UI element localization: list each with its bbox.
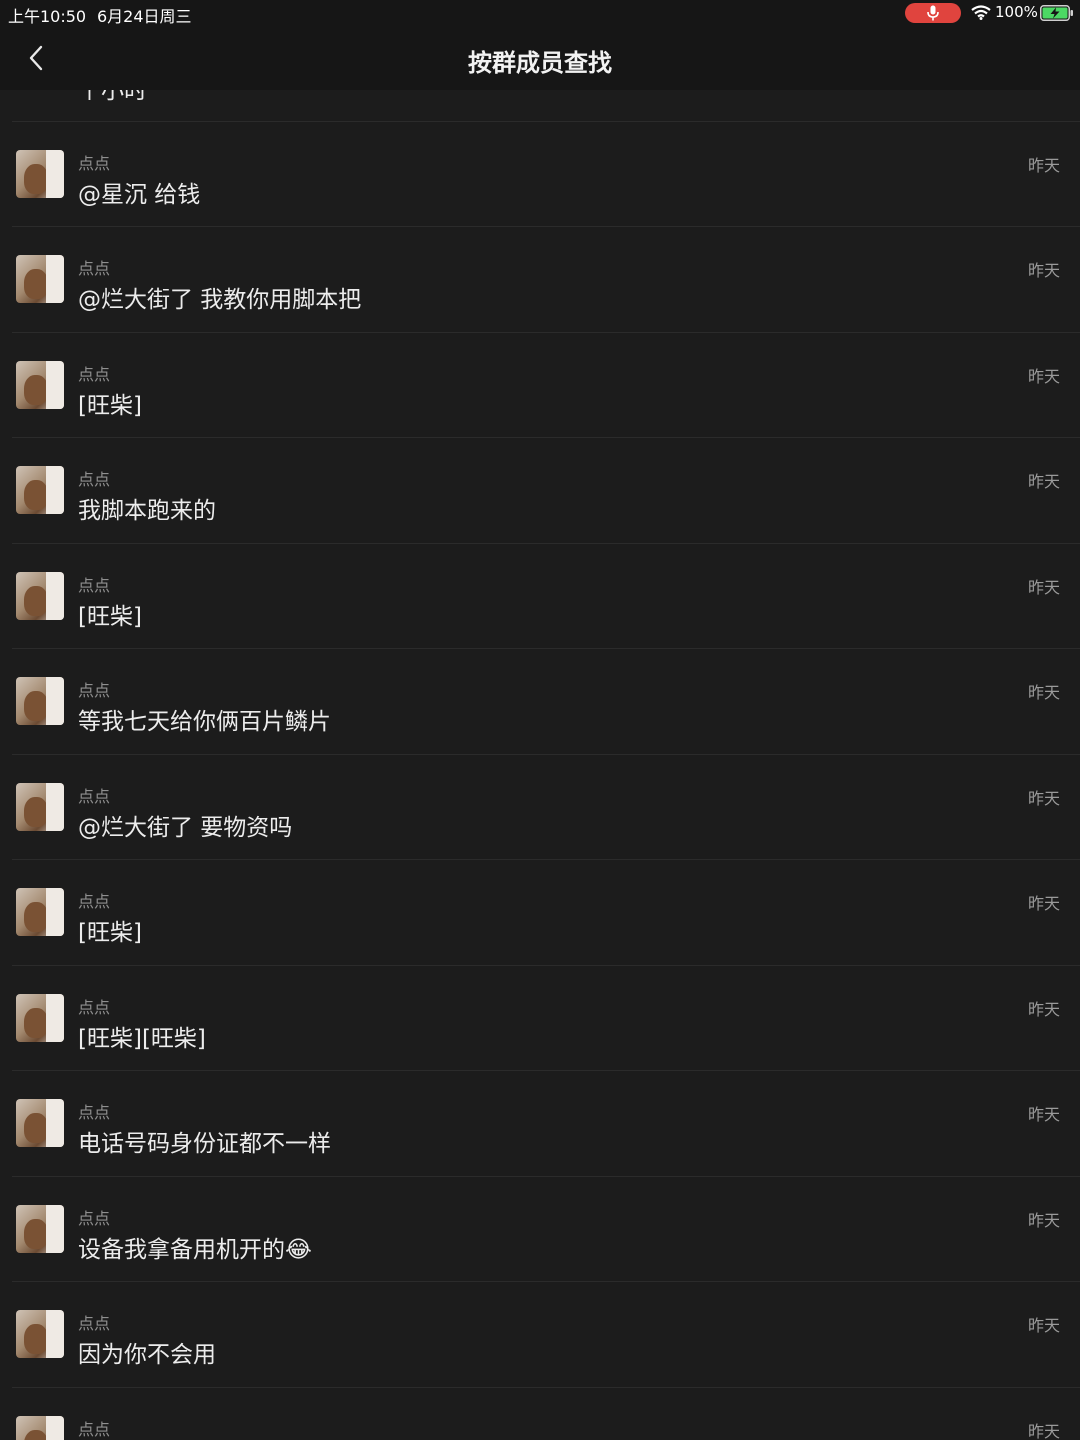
list-item[interactable]: 点点 @星沉 给钱 昨天 [0,122,1080,228]
status-time: 上午10:50 [8,7,87,26]
message-list[interactable]: 个小时 点点 @星沉 给钱 昨天 点点 @烂大街了 我教你用脚本把 昨天 点点 [旺柴] 昨天点… [0,10,1080,1440]
message-time: 昨天 [1027,1210,1060,1230]
avatar[interactable] [16,571,64,620]
message-text: 因为你不会用 [78,1342,216,1368]
avatar[interactable] [16,888,64,936]
avatar[interactable] [16,677,64,725]
sender-name: 点点 [78,786,111,806]
microphone-icon [927,5,939,21]
sender-name: 点点 [78,997,111,1017]
list-item[interactable]: 点点我脚本跑来的 昨天 [0,438,1080,544]
message-text: @星沉 给钱 [78,181,201,208]
message-text: [旺柴] [78,392,142,419]
message-text: @烂大街了 我教你用脚本把 [78,287,362,313]
message-time: 昨天 [1027,999,1060,1019]
avatar[interactable] [16,1099,64,1147]
message-time: 昨天 [1027,1105,1060,1124]
message-text: @烂大街了 要物资吗 [78,814,293,841]
list-item[interactable]: 点点 昨天 [0,1388,1080,1440]
message-text: [旺柴] [78,603,142,630]
message-time: 昨天 [1027,261,1060,280]
avatar[interactable] [16,782,64,831]
battery-percentage: 100% [995,3,1038,21]
list-item[interactable]: 点点等我七天给你俩百片鳞片 昨天 [0,649,1080,755]
message-text: 我脚本跑来的 [78,498,216,524]
sender-name: 点点 [78,892,111,911]
message-time: 昨天 [1027,1316,1060,1335]
battery-charging-icon [1040,5,1073,21]
message-time: 昨天 [1027,788,1060,808]
list-item[interactable]: 点点 [旺柴][旺柴] 昨天 [0,966,1080,1072]
sender-name: 点点 [78,1419,111,1439]
wifi-icon [971,5,991,20]
avatar[interactable] [16,1204,64,1253]
message-time: 昨天 [1027,683,1060,702]
message-time: 昨天 [1027,894,1060,913]
sender-name: 点点 [78,575,111,595]
navigation-bar: 按群成员查找 [0,26,1080,90]
list-item[interactable]: 点点设备我拿备用机开的😂 昨天 [0,1177,1080,1283]
list-item[interactable]: 点点 [旺柴] 昨天 [0,333,1080,439]
message-time: 昨天 [1027,577,1060,597]
message-text: 电话号码身份证都不一样 [78,1131,331,1157]
page-title: 按群成员查找 [468,49,612,77]
sender-name: 点点 [78,153,111,173]
avatar[interactable] [16,1415,64,1440]
sender-name: 点点 [78,259,111,278]
message-time: 昨天 [1027,366,1060,386]
status-bar: 上午10:50 6月24日周三 100% [0,0,1080,26]
avatar[interactable] [16,1310,64,1358]
status-date: 6月24日周三 [97,7,192,26]
sender-name: 点点 [78,1314,111,1333]
list-item[interactable]: 点点 [旺柴] 昨天 [0,860,1080,966]
sender-name: 点点 [78,1208,111,1228]
avatar[interactable] [16,149,64,198]
message-text: 等我七天给你俩百片鳞片 [78,709,331,735]
list-item[interactable]: 点点 @烂大街了 要物资吗 昨天 [0,755,1080,861]
avatar[interactable] [16,360,64,409]
list-item[interactable]: 点点 [旺柴] 昨天 [0,544,1080,650]
avatar[interactable] [16,466,64,514]
message-time: 昨天 [1027,155,1060,175]
message-text: 设备我拿备用机开的😂 [78,1236,312,1263]
page: 个小时 点点 @星沉 给钱 昨天 点点 @烂大街了 我教你用脚本把 昨天 点点 [旺柴] 昨天点… [0,0,1080,1440]
list-item[interactable]: 点点电话号码身份证都不一样 昨天 [0,1071,1080,1177]
sender-name: 点点 [78,364,111,384]
sender-name: 点点 [78,681,111,700]
list-item[interactable]: 点点 @烂大街了 我教你用脚本把 昨天 [0,227,1080,333]
message-time: 昨天 [1027,472,1060,491]
list-item[interactable]: 点点因为你不会用 昨天 [0,1282,1080,1388]
message-time: 昨天 [1027,1421,1060,1440]
avatar[interactable] [16,993,64,1042]
sender-name: 点点 [78,1103,111,1122]
sender-name: 点点 [78,470,111,489]
microphone-indicator[interactable] [905,3,961,23]
avatar[interactable] [16,255,64,303]
message-text: [旺柴][旺柴] [78,1025,206,1052]
message-text: [旺柴] [78,920,142,946]
